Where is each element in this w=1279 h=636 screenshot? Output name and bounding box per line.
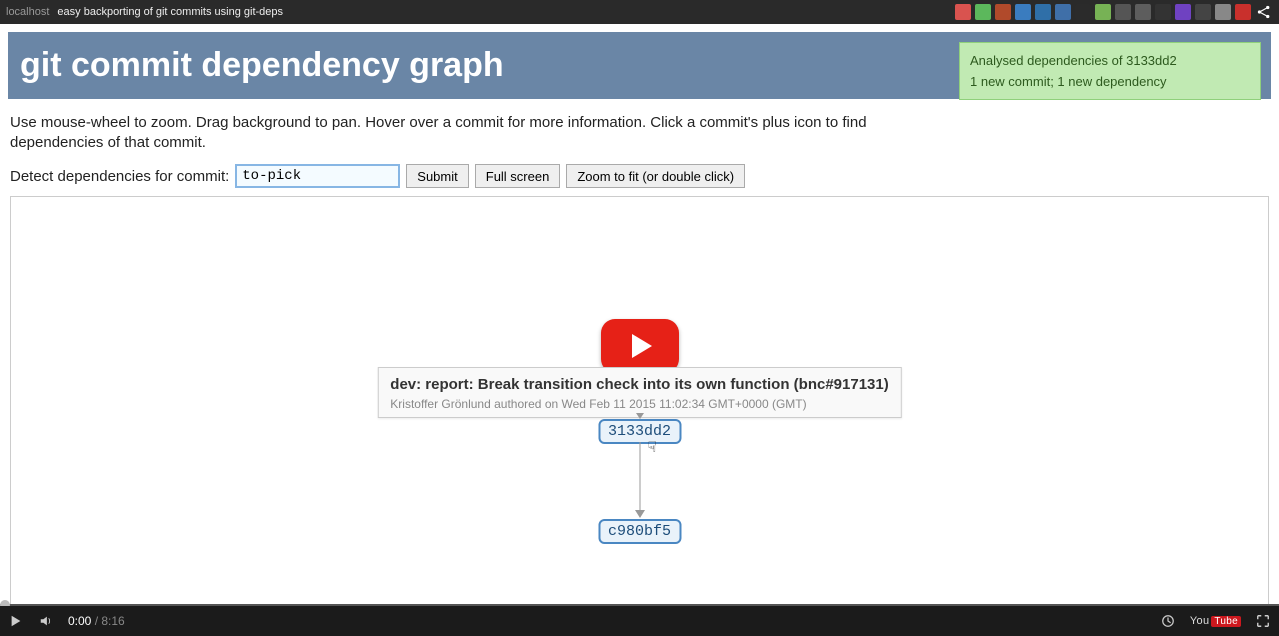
ext-icon[interactable] [995,4,1011,20]
page: git commit dependency graph Analysed dep… [0,24,1279,604]
video-duration: 8:16 [101,614,124,628]
submit-button[interactable]: Submit [406,164,468,188]
status-line-1: Analysed dependencies of 3133dd2 [970,53,1250,68]
video-control-bar: 0:00 / 8:16 YouTube [0,606,1279,636]
instructions-text: Use mouse-wheel to zoom. Drag background… [8,105,908,164]
window-title: easy backporting of git commits using gi… [57,6,283,18]
youtube-play-button[interactable] [601,319,679,373]
youtube-logo-tube: Tube [1211,616,1241,627]
watch-later-icon[interactable] [1160,613,1176,629]
commit-node-top[interactable]: 3133dd2 [598,419,681,444]
browser-chrome: localhost easy backporting of git commit… [0,0,1279,24]
tooltip-title: dev: report: Break transition check into… [390,376,888,393]
video-time-sep: / [91,614,101,628]
edge-line [639,442,640,517]
ext-icon[interactable] [1135,4,1151,20]
ext-icon[interactable] [1055,4,1071,20]
share-icon[interactable] [1255,3,1273,21]
ext-icon[interactable] [955,4,971,20]
zoom-fit-button[interactable]: Zoom to fit (or double click) [566,164,745,188]
video-current-time: 0:00 [68,614,91,628]
ext-icon[interactable] [1035,4,1051,20]
ext-icon[interactable] [975,4,991,20]
commit-input-label: Detect dependencies for commit: [10,168,229,185]
commit-tooltip: dev: report: Break transition check into… [377,367,901,418]
volume-icon[interactable] [38,613,54,629]
ext-icon[interactable] [1115,4,1131,20]
ext-icon[interactable] [1095,4,1111,20]
status-box: Analysed dependencies of 3133dd2 1 new c… [959,42,1261,100]
ext-icon[interactable] [1155,4,1171,20]
fullscreen-button[interactable]: Full screen [475,164,561,188]
youtube-logo[interactable]: YouTube [1190,615,1241,627]
ext-icon[interactable] [1075,4,1091,20]
play-icon[interactable] [8,613,24,629]
ext-icon[interactable] [1215,4,1231,20]
ext-icon[interactable] [1235,4,1251,20]
ext-icon[interactable] [1195,4,1211,20]
tooltip-meta: Kristoffer Grönlund authored on Wed Feb … [390,397,888,411]
status-line-2: 1 new commit; 1 new dependency [970,74,1250,89]
address-bar-host: localhost [6,6,49,18]
extension-icons [955,3,1273,21]
fullscreen-icon[interactable] [1255,613,1271,629]
commit-node-bottom[interactable]: c980bf5 [598,519,681,544]
commit-input[interactable] [235,164,400,188]
youtube-logo-text: You [1190,615,1209,627]
ext-icon[interactable] [1175,4,1191,20]
video-time: 0:00 / 8:16 [68,614,125,628]
arrow-head-icon [635,510,645,518]
graph-canvas[interactable]: dev: report: Break transition check into… [10,196,1269,634]
ext-icon[interactable] [1015,4,1031,20]
controls-row: Detect dependencies for commit: Submit F… [8,164,1271,194]
